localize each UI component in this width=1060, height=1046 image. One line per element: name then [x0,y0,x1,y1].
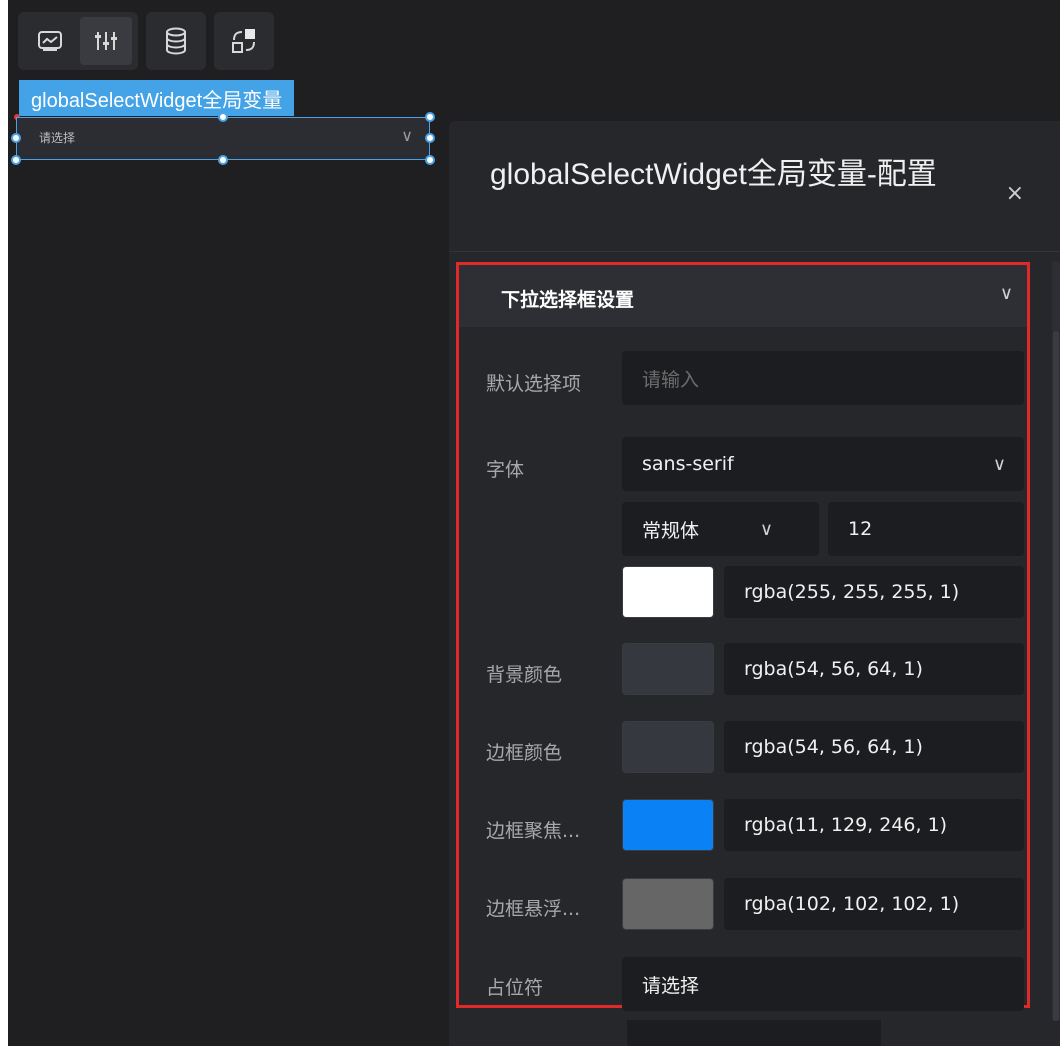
sliders-icon [95,32,117,50]
placeholder-label: 占位符 [486,977,544,999]
resize-handle-left[interactable] [11,133,21,143]
resize-handle-right[interactable] [425,133,435,143]
close-icon[interactable]: × [1006,181,1024,206]
swap-button[interactable] [214,12,274,70]
sliders-button[interactable] [80,17,132,65]
border-hover-value: rgba(102, 102, 102, 1) [744,893,960,915]
placeholder-value: 请选择 [642,974,700,997]
database-icon [166,27,186,55]
resize-handle-bottom[interactable] [218,155,228,165]
chevron-down-icon: ∨ [992,453,1006,475]
border-hover-label: 边框悬浮... [486,898,581,920]
border-color-label: 边框颜色 [486,742,563,764]
bg-color-value: rgba(54, 56, 64, 1) [744,658,923,680]
chevron-down-icon: ∨ [759,518,773,540]
placeholder-input[interactable]: 请选择 [622,957,1024,1011]
next-field-partial[interactable] [627,1020,881,1046]
font-family-value: sans-serif [642,453,734,475]
image-icon [38,31,62,51]
chevron-down-icon: ∨ [999,283,1013,304]
border-focus-input[interactable]: rgba(11, 129, 246, 1) [724,799,1024,851]
select-widget[interactable]: 请选择 ∨ [16,117,430,160]
font-color-value: rgba(255, 255, 255, 1) [744,581,960,603]
border-focus-swatch[interactable] [622,799,714,851]
resize-handle-bottom-left[interactable] [11,155,21,165]
toolbar [18,10,274,72]
toolbar-group-left [18,12,138,70]
select-widget-placeholder: 请选择 [39,131,76,145]
resize-handle-top[interactable] [218,112,228,122]
border-focus-value: rgba(11, 129, 246, 1) [744,814,948,836]
border-color-swatch[interactable] [622,721,714,773]
border-hover-swatch[interactable] [622,878,714,930]
scrollbar-thumb[interactable] [1053,331,1059,1021]
border-focus-label: 边框聚焦... [486,820,581,842]
border-color-value: rgba(54, 56, 64, 1) [744,736,923,758]
widget-tag[interactable]: globalSelectWidget全局变量 [19,80,295,116]
border-hover-input[interactable]: rgba(102, 102, 102, 1) [724,878,1024,930]
default-option-label: 默认选择项 [486,373,582,395]
font-size-input[interactable]: 12 [828,502,1024,556]
panel-title: globalSelectWidget全局变量-配置 [490,158,937,191]
chevron-down-icon: ∨ [401,126,413,145]
panel-divider [449,251,1060,252]
default-option-placeholder: 请输入 [642,368,700,391]
bg-color-input[interactable]: rgba(54, 56, 64, 1) [724,643,1024,695]
font-color-input[interactable]: rgba(255, 255, 255, 1) [724,566,1024,618]
section-header[interactable]: 下拉选择框设置 ∨ [459,265,1027,327]
bg-color-label: 背景颜色 [486,664,563,686]
image-button[interactable] [24,17,76,65]
bg-color-swatch[interactable] [622,643,714,695]
database-button[interactable] [146,12,206,70]
section-title: 下拉选择框设置 [501,289,635,311]
swap-icon [232,29,255,53]
font-weight-select[interactable]: 常规体 ∨ [622,502,819,556]
resize-handle-top-right[interactable] [425,112,435,122]
font-size-value: 12 [848,518,873,540]
font-label: 字体 [486,459,525,481]
default-option-input[interactable]: 请输入 [622,351,1024,405]
resize-handle-bottom-right[interactable] [425,155,435,165]
border-color-input[interactable]: rgba(54, 56, 64, 1) [724,721,1024,773]
font-color-swatch[interactable] [622,566,714,618]
font-family-select[interactable]: sans-serif ∨ [622,437,1024,491]
font-weight-value: 常规体 [642,519,700,542]
